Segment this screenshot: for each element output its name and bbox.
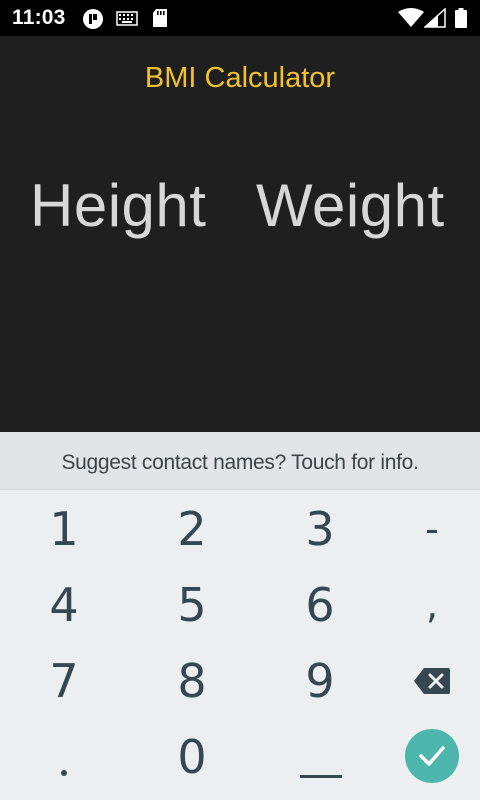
suggestion-text[interactable]: Suggest contact names? Touch for info. <box>0 451 480 475</box>
key-minus[interactable]: - <box>382 494 480 564</box>
key-0[interactable]: 0 <box>142 722 242 792</box>
status-time: 11:03 <box>12 6 66 29</box>
suggestion-strip[interactable]: Suggest contact names? Touch for info. <box>0 432 480 490</box>
space-bar-mark <box>300 775 342 778</box>
key-8[interactable]: 8 <box>142 646 242 716</box>
space-key[interactable] <box>270 722 370 792</box>
backspace-icon <box>414 668 450 694</box>
weight-input[interactable]: Weight <box>256 171 445 240</box>
key-3[interactable]: 3 <box>270 494 370 564</box>
signal-icon <box>423 7 446 33</box>
app-notification-icon <box>82 8 104 35</box>
key-4[interactable]: 4 <box>14 570 114 640</box>
key-1[interactable]: 1 <box>14 494 114 564</box>
done-button[interactable] <box>405 729 459 783</box>
period-dot <box>61 770 67 776</box>
backspace-key[interactable] <box>382 646 480 716</box>
battery-icon <box>455 8 467 33</box>
key-7[interactable]: 7 <box>14 646 114 716</box>
height-input[interactable]: Height <box>30 171 206 240</box>
app-screen: BMI Calculator Height Weight <box>0 36 480 432</box>
app-title: BMI Calculator <box>144 62 336 94</box>
wifi-icon <box>398 8 424 33</box>
key-9[interactable]: 9 <box>270 646 370 716</box>
key-period[interactable] <box>14 722 114 792</box>
sd-card-icon <box>151 8 169 33</box>
status-bar: 11:03 <box>0 0 480 36</box>
key-5[interactable]: 5 <box>142 570 242 640</box>
checkmark-icon <box>419 746 445 766</box>
key-6[interactable]: 6 <box>270 570 370 640</box>
key-comma[interactable]: , <box>382 570 480 640</box>
keyboard-icon <box>116 11 138 32</box>
key-2[interactable]: 2 <box>142 494 242 564</box>
numeric-keyboard: Suggest contact names? Touch for info. 1… <box>0 432 480 800</box>
